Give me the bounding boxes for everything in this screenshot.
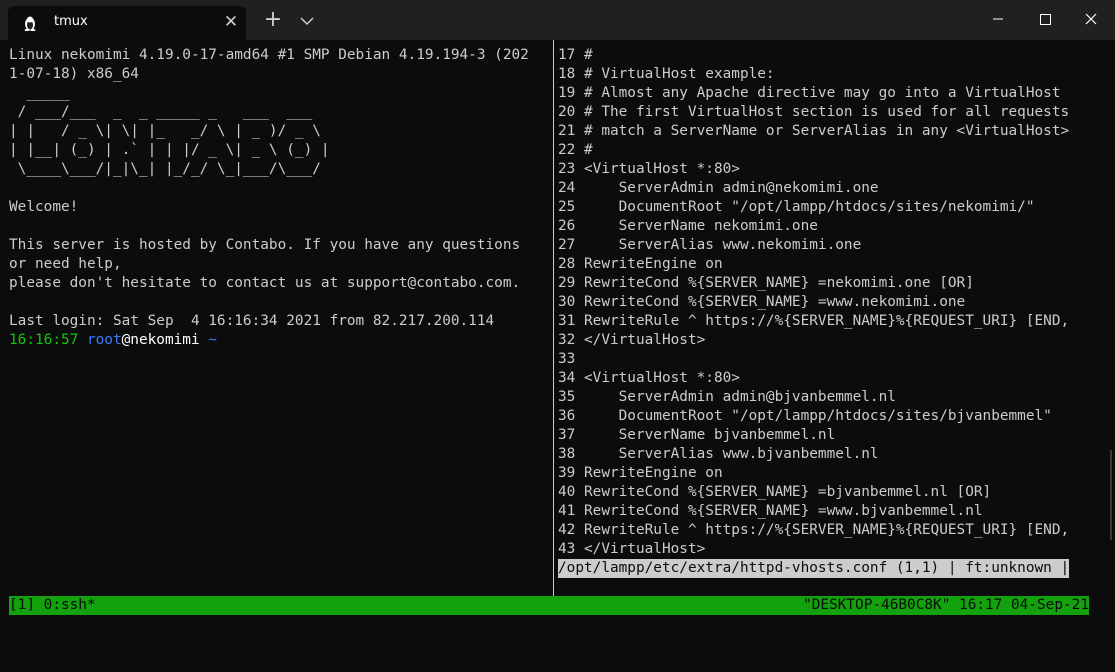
- code-line: 43 </VirtualHost>: [558, 541, 706, 557]
- terminal-line: / ___/___ _ _ _____ _ ___ ___: [17, 104, 313, 120]
- terminal-line: _____: [26, 85, 70, 101]
- terminal-line: | | / _ \| \| |_ _/ \ | _ )/ _ \: [9, 123, 321, 139]
- code-line: 42 RewriteRule ^ https://%{SERVER_NAME}%…: [558, 522, 1070, 538]
- code-line: 40 RewriteCond %{SERVER_NAME} =bjvanbemm…: [558, 484, 992, 500]
- code-line: 29 RewriteCond %{SERVER_NAME} =nekomimi.…: [558, 275, 974, 291]
- code-line: 39 RewriteEngine on: [558, 465, 723, 481]
- code-line: 35 ServerAdmin admin@bjvanbemmel.nl: [558, 389, 896, 405]
- code-line: 20 # The first VirtualHost section is us…: [558, 104, 1070, 120]
- tmux-status-right: "DESKTOP-46B0C8K" 16:17 04-Sep-21: [803, 597, 1089, 613]
- terminal-area[interactable]: Linux nekomimi 4.19.0-17-amd64 #1 SMP De…: [0, 40, 1115, 624]
- chevron-down-icon[interactable]: [298, 10, 316, 30]
- terminal-line: 1-07-18) x86_64: [9, 66, 139, 82]
- tmux-status-bar: [1] 0:ssh* "DESKTOP-46B0C8K" 16:17 04-Se…: [9, 596, 1089, 615]
- code-line: 23 <VirtualHost *:80>: [558, 161, 740, 177]
- tab-tmux[interactable]: tmux ✕: [8, 6, 246, 40]
- terminal-line: \____\___/|_|\_| |_/_/ \_|___/\___/: [17, 161, 321, 177]
- code-line: 27 ServerAlias www.nekomimi.one: [558, 237, 862, 253]
- terminal-line: Welcome!: [9, 199, 79, 215]
- code-line: 19 # Almost any Apache directive may go …: [558, 85, 1061, 101]
- terminal-line: or need help,: [9, 256, 122, 272]
- code-line: 22 #: [558, 142, 593, 158]
- code-line: 31 RewriteRule ^ https://%{SERVER_NAME}%…: [558, 313, 1070, 329]
- close-tab-icon[interactable]: ✕: [222, 13, 240, 31]
- new-tab-button[interactable]: +: [262, 9, 284, 31]
- right-pane[interactable]: 17 # 18 # VirtualHost example: 19 # Almo…: [558, 46, 1070, 578]
- code-line: 33: [558, 351, 576, 367]
- code-line: 32 </VirtualHost>: [558, 332, 706, 348]
- prompt-host: @nekomimi: [121, 332, 200, 348]
- tab-title: tmux: [54, 14, 88, 29]
- terminal-line: please don't hesitate to contact us at s…: [9, 275, 521, 291]
- close-window-icon[interactable]: [1079, 8, 1103, 30]
- tmux-window-list[interactable]: [1] 0:ssh*: [9, 596, 96, 615]
- prompt-time: 16:16:57: [9, 332, 79, 348]
- code-line: 17 #: [558, 47, 593, 63]
- vim-status-line: /opt/lampp/etc/extra/httpd-vhosts.conf (…: [558, 559, 1070, 578]
- terminal-line: | |__| (_) | .` | | |/ _ \| _ \ (_) |: [9, 142, 330, 158]
- code-line: 34 <VirtualHost *:80>: [558, 370, 740, 386]
- code-line: 38 ServerAlias www.bjvanbemmel.nl: [558, 446, 879, 462]
- terminal-line: Linux nekomimi 4.19.0-17-amd64 #1 SMP De…: [9, 47, 529, 63]
- code-line: 28 RewriteEngine on: [558, 256, 723, 272]
- code-line: 24 ServerAdmin admin@nekomimi.one: [558, 180, 879, 196]
- code-line: 26 ServerName nekomimi.one: [558, 218, 818, 234]
- code-line: 30 RewriteCond %{SERVER_NAME} =www.nekom…: [558, 294, 966, 310]
- minimize-icon[interactable]: [986, 8, 1010, 30]
- left-pane-output: Linux nekomimi 4.19.0-17-amd64 #1 SMP De…: [9, 47, 529, 329]
- code-line: 36 DocumentRoot "/opt/lampp/htdocs/sites…: [558, 408, 1052, 424]
- scrollbar[interactable]: [1110, 450, 1112, 540]
- maximize-icon[interactable]: [1033, 8, 1057, 30]
- prompt-path: ~: [208, 332, 217, 348]
- code-line: 25 DocumentRoot "/opt/lampp/htdocs/sites…: [558, 199, 1035, 215]
- code-line: 37 ServerName bjvanbemmel.nl: [558, 427, 836, 443]
- title-bar: tmux ✕ +: [0, 0, 1115, 40]
- terminal-line: Last login: Sat Sep 4 16:16:34 2021 from…: [9, 313, 495, 329]
- prompt-user: root: [86, 332, 122, 348]
- terminal-line: This server is hosted by Contabo. If you…: [9, 237, 521, 253]
- pane-divider[interactable]: [553, 40, 554, 597]
- linux-penguin-icon: [24, 16, 36, 31]
- code-line: 18 # VirtualHost example:: [558, 66, 775, 82]
- vim-buffer: 17 # 18 # VirtualHost example: 19 # Almo…: [558, 47, 1069, 557]
- code-line: 21 # match a ServerName or ServerAlias i…: [558, 123, 1070, 139]
- left-pane[interactable]: Linux nekomimi 4.19.0-17-amd64 #1 SMP De…: [9, 46, 529, 350]
- code-line: 41 RewriteCond %{SERVER_NAME} =www.bjvan…: [558, 503, 983, 519]
